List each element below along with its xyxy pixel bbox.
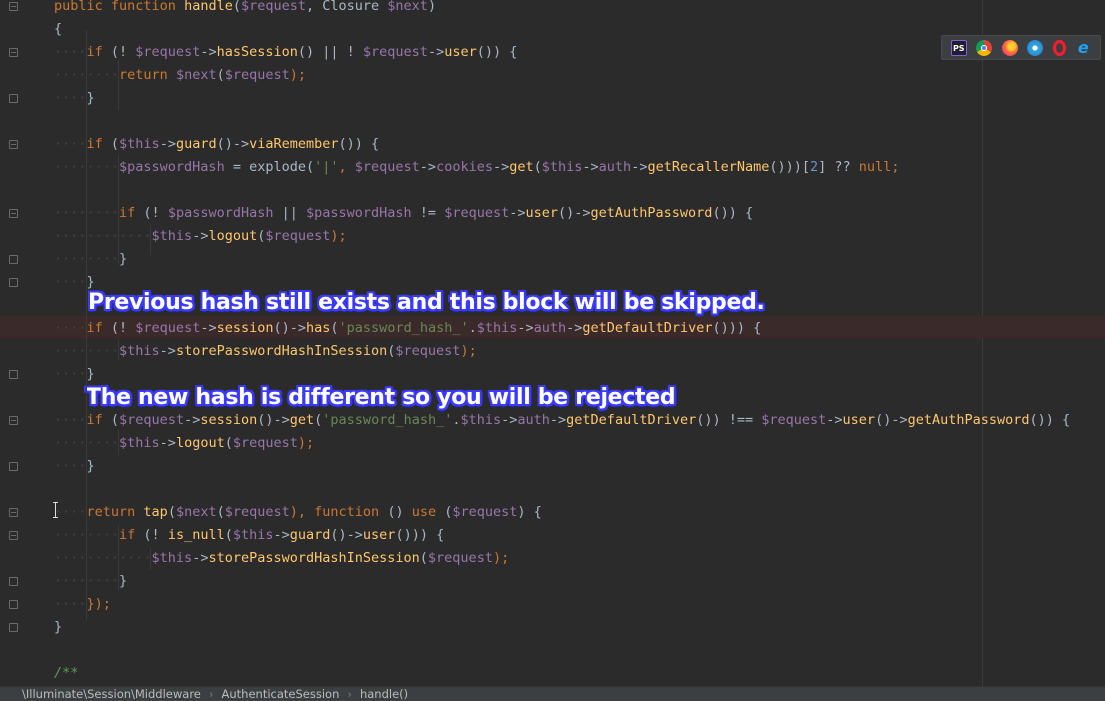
fold-marker-icon[interactable]: [9, 462, 18, 471]
code-line[interactable]: ········$this->logout($request);: [54, 432, 314, 455]
fold-marker-icon[interactable]: [9, 2, 18, 11]
text-cursor-icon: [53, 502, 59, 518]
fold-marker-icon[interactable]: [9, 416, 18, 425]
code-line[interactable]: ········return $next($request);: [54, 64, 306, 87]
code-line[interactable]: ········if (! $passwordHash || $password…: [54, 202, 753, 225]
phpstorm-icon[interactable]: PS: [950, 39, 967, 56]
code-line[interactable]: {: [54, 18, 62, 41]
safari-icon[interactable]: [1027, 39, 1044, 56]
code-line[interactable]: ····}: [54, 363, 95, 386]
code-line[interactable]: /**: [54, 662, 78, 685]
code-line[interactable]: ········if (! is_null($this->guard()->us…: [54, 524, 444, 547]
code-line[interactable]: ····if ($request->session()->get('passwo…: [54, 409, 1070, 432]
code-line[interactable]: ········}: [54, 248, 127, 271]
fold-marker-icon[interactable]: [9, 209, 18, 218]
code-line[interactable]: ········$passwordHash = explode('|', $re…: [54, 156, 899, 179]
fold-marker-icon[interactable]: [9, 370, 18, 379]
code-line[interactable]: public function handle($request, Closure…: [54, 0, 436, 18]
code-line[interactable]: ····});: [54, 593, 111, 616]
breadcrumb-class[interactable]: AuthenticateSession: [222, 687, 340, 701]
fold-marker-icon[interactable]: [9, 508, 18, 517]
indent-guide: [118, 155, 119, 265]
code-line[interactable]: ····if ($this->guard()->viaRemember()) {: [54, 133, 379, 156]
fold-marker-icon[interactable]: [9, 623, 18, 632]
breadcrumb-separator-icon: ›: [347, 687, 352, 701]
browser-preview-bar: PS e: [941, 35, 1101, 60]
fold-marker-icon[interactable]: [9, 600, 18, 609]
indent-guide: [86, 30, 87, 620]
breadcrumb-method[interactable]: handle(): [360, 687, 408, 701]
code-line[interactable]: ········}: [54, 570, 127, 593]
fold-marker-icon[interactable]: [9, 577, 18, 586]
opera-icon[interactable]: [1052, 39, 1066, 56]
annotation-hash-exists: Previous hash still exists and this bloc…: [88, 290, 765, 315]
fold-marker-icon[interactable]: [9, 255, 18, 264]
code-line[interactable]: ············$this->logout($request);: [54, 225, 347, 248]
code-line[interactable]: ····}: [54, 455, 95, 478]
breadcrumb-namespace[interactable]: \Illuminate\Session\Middleware: [0, 687, 201, 701]
indent-guide: [118, 60, 119, 110]
code-editor[interactable]: public function handle($request, Closure…: [0, 0, 1105, 686]
fold-marker-icon[interactable]: [9, 94, 18, 103]
breadcrumb-separator-icon: ›: [208, 687, 214, 701]
fold-marker-icon[interactable]: [9, 278, 18, 287]
code-line[interactable]: ····}: [54, 87, 95, 110]
fold-marker-icon[interactable]: [9, 48, 18, 57]
indent-guide: [118, 525, 119, 590]
fold-marker-icon[interactable]: [9, 140, 18, 149]
annotation-hash-different: The new hash is different so you will be…: [86, 385, 676, 410]
ie-icon[interactable]: e: [1075, 39, 1091, 56]
right-margin-guide: [982, 0, 983, 686]
indent-guide: [118, 430, 119, 455]
chrome-icon[interactable]: [976, 39, 993, 56]
code-line[interactable]: ····if (! $request->session()->has('pass…: [54, 317, 761, 340]
editor-gutter: [0, 0, 28, 686]
code-line[interactable]: ····if (! $request->hasSession() || ! $r…: [54, 41, 517, 64]
indent-guide: [150, 225, 151, 255]
firefox-icon[interactable]: [1001, 39, 1018, 56]
code-line[interactable]: }: [54, 616, 62, 639]
indent-guide: [118, 340, 119, 360]
indent-guide: [150, 548, 151, 570]
breadcrumb: \Illuminate\Session\Middleware › Authentic…: [0, 686, 1105, 701]
fold-marker-icon[interactable]: [9, 531, 18, 540]
code-line[interactable]: ····return tap($next($request), function…: [54, 501, 542, 524]
code-line[interactable]: ············$this->storePasswordHashInSe…: [54, 547, 509, 570]
